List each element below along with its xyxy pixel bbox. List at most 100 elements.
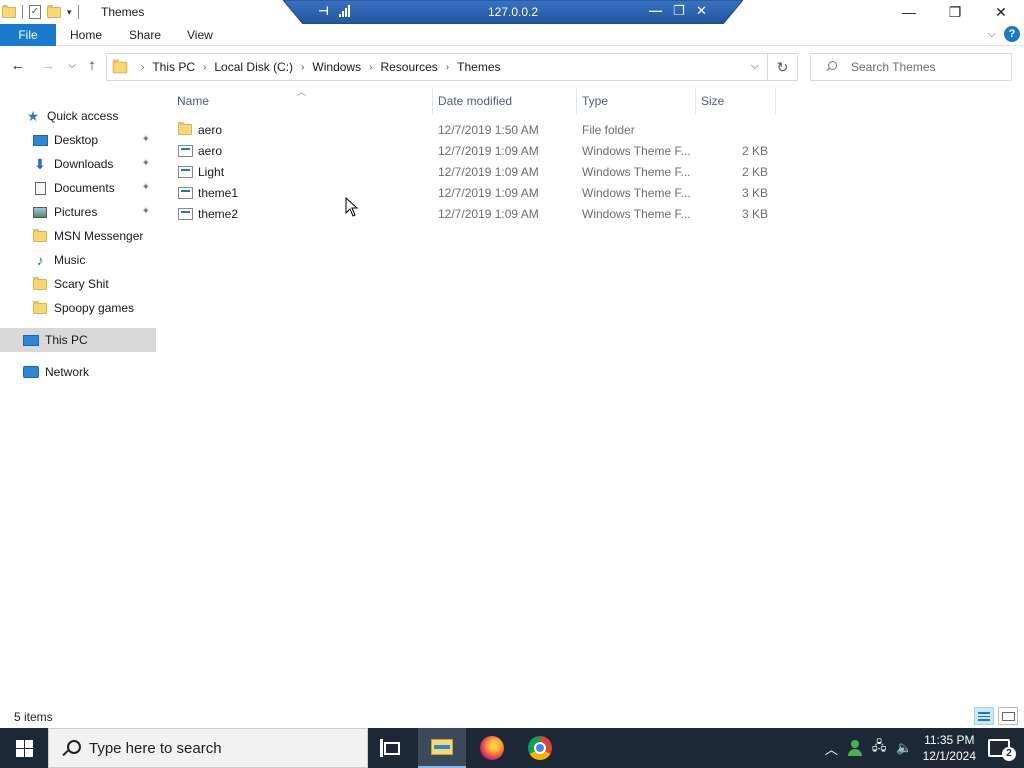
- column-header-name[interactable]: Name: [171, 88, 431, 114]
- address-bar[interactable]: › This PC › Local Disk (C:) › Windows › …: [106, 53, 768, 81]
- rdp-minimize-button[interactable]: —: [649, 3, 662, 18]
- new-folder-icon[interactable]: [47, 4, 61, 18]
- file-type: File folder: [582, 123, 635, 137]
- pin-icon[interactable]: ✦: [142, 134, 150, 145]
- taskbar-firefox[interactable]: [468, 728, 516, 768]
- sidebar-item-network[interactable]: Network: [0, 360, 156, 384]
- chevron-right-icon[interactable]: ›: [369, 62, 372, 73]
- customize-toolbar-icon[interactable]: ▾: [67, 7, 72, 18]
- details-view-button[interactable]: [974, 707, 994, 725]
- expand-ribbon-icon[interactable]: ⌵: [988, 28, 996, 41]
- file-name: theme2: [198, 207, 239, 221]
- task-view-button[interactable]: [368, 728, 416, 768]
- breadcrumb-windows[interactable]: Windows: [312, 60, 361, 74]
- file-type: Windows Theme F...: [582, 144, 691, 158]
- pin-icon[interactable]: ✦: [142, 158, 150, 169]
- volume-icon[interactable]: 🔈: [896, 740, 912, 756]
- notification-center-icon[interactable]: 2: [988, 739, 1016, 761]
- sidebar-item-documents[interactable]: Documents ✦: [0, 176, 156, 200]
- recent-locations-icon[interactable]: ⌵: [64, 58, 80, 74]
- sidebar-item-scary-shit[interactable]: Scary Shit: [0, 272, 156, 296]
- sidebar-item-desktop[interactable]: Desktop ✦: [0, 128, 156, 152]
- refresh-icon[interactable]: ↻: [768, 53, 798, 81]
- file-date: 12/7/2019 1:09 AM: [438, 165, 539, 179]
- file-date: 12/7/2019 1:50 AM: [438, 123, 539, 137]
- pin-icon[interactable]: ✦: [142, 182, 150, 193]
- back-arrow-icon[interactable]: ←: [10, 58, 26, 74]
- column-header-size[interactable]: Size: [695, 88, 775, 114]
- sidebar-item-label: Pictures: [54, 205, 98, 219]
- file-size: 2 KB: [741, 165, 768, 179]
- breadcrumb-local-disk[interactable]: Local Disk (C:): [214, 60, 293, 74]
- sidebar-item-label: Downloads: [54, 157, 114, 171]
- tab-view[interactable]: View: [187, 24, 213, 46]
- clock[interactable]: 11:35 PM 12/1/2024: [923, 732, 976, 764]
- up-arrow-icon[interactable]: ↑: [84, 58, 100, 74]
- file-row[interactable]: theme2 12/7/2019 1:09 AM Windows Theme F…: [162, 204, 782, 225]
- ribbon-tabs: File Home Share View ⌵ ?: [0, 24, 1024, 46]
- star-icon: ★: [26, 107, 40, 124]
- system-tray: ︿ 🖧 🔈 11:35 PM 12/1/2024 2: [825, 728, 1024, 768]
- folder-icon: [32, 228, 48, 243]
- sidebar-item-label: Music: [54, 253, 86, 267]
- file-name: aero: [198, 144, 223, 158]
- taskbar-file-explorer[interactable]: [418, 728, 466, 768]
- rdp-close-button[interactable]: ✕: [696, 3, 707, 19]
- tab-home[interactable]: Home: [70, 24, 102, 46]
- sidebar-item-this-pc[interactable]: This PC: [0, 328, 156, 352]
- file-size: 2 KB: [741, 144, 768, 158]
- properties-icon[interactable]: ✓: [29, 5, 41, 19]
- file-row[interactable]: Light 12/7/2019 1:09 AM Windows Theme F.…: [162, 162, 782, 183]
- pin-icon[interactable]: ✦: [142, 206, 150, 217]
- sidebar-item-pictures[interactable]: Pictures ✦: [0, 200, 156, 224]
- file-row[interactable]: theme1 12/7/2019 1:09 AM Windows Theme F…: [162, 183, 782, 204]
- start-button[interactable]: [0, 728, 48, 768]
- column-header-date[interactable]: Date modified: [432, 88, 576, 114]
- search-input[interactable]: [851, 60, 1001, 74]
- search-box[interactable]: [810, 53, 1012, 81]
- minimize-button[interactable]: —: [886, 0, 932, 24]
- chevron-right-icon[interactable]: ›: [446, 62, 449, 73]
- chevron-right-icon[interactable]: ›: [301, 62, 304, 73]
- music-icon: ♪: [36, 252, 44, 268]
- taskbar-search[interactable]: Type here to search: [48, 728, 368, 768]
- sidebar-item-label: Spoopy games: [54, 301, 135, 315]
- connection-quality-icon[interactable]: [339, 5, 350, 17]
- rdp-host-label: 127.0.0.2: [487, 5, 539, 19]
- file-date: 12/7/2019 1:09 AM: [438, 144, 539, 158]
- sidebar-item-quick-access[interactable]: ★ Quick access: [0, 104, 156, 128]
- large-icons-icon: [1001, 711, 1015, 721]
- user-icon[interactable]: [847, 740, 862, 756]
- show-hidden-icons-icon[interactable]: ︿: [825, 739, 838, 758]
- details-view-icon: [978, 711, 990, 721]
- sidebar-item-spoopy-games[interactable]: Spoopy games: [0, 296, 156, 320]
- file-row[interactable]: aero 12/7/2019 1:09 AM Windows Theme F..…: [162, 141, 782, 162]
- breadcrumb-this-pc[interactable]: This PC: [152, 60, 195, 74]
- sidebar-item-music[interactable]: ♪ Music: [0, 248, 156, 272]
- maximize-button[interactable]: ❐: [932, 0, 978, 24]
- chevron-right-icon[interactable]: ›: [141, 62, 144, 73]
- help-icon[interactable]: ?: [1004, 26, 1020, 42]
- tab-share[interactable]: Share: [129, 24, 161, 46]
- close-button[interactable]: ✕: [978, 0, 1024, 24]
- address-dropdown-icon[interactable]: ⌵: [751, 60, 759, 73]
- column-header-type[interactable]: Type: [576, 88, 695, 114]
- sidebar-item-downloads[interactable]: ⬇ Downloads ✦: [0, 152, 156, 176]
- breadcrumb-themes[interactable]: Themes: [457, 60, 500, 74]
- network-tray-icon[interactable]: 🖧: [872, 737, 887, 759]
- breadcrumb-resources[interactable]: Resources: [380, 60, 437, 74]
- large-icons-view-button[interactable]: [998, 707, 1018, 725]
- network-icon: [23, 365, 39, 379]
- sidebar-item-msn-messenger[interactable]: MSN Messenger: [0, 224, 156, 248]
- column-divider[interactable]: [775, 88, 776, 114]
- download-icon: ⬇: [34, 155, 46, 172]
- pin-icon[interactable]: ⊣: [318, 4, 329, 18]
- tab-file[interactable]: File: [0, 24, 56, 46]
- forward-arrow-icon[interactable]: →: [40, 58, 56, 74]
- taskbar: Type here to search ︿ 🖧 🔈 11:35 PM 12/1/…: [0, 728, 1024, 768]
- file-row[interactable]: aero 12/7/2019 1:50 AM File folder: [162, 120, 782, 141]
- rdp-restore-button[interactable]: ❐: [673, 3, 685, 19]
- taskbar-chrome[interactable]: [516, 728, 564, 768]
- chevron-right-icon[interactable]: ›: [203, 62, 206, 73]
- clock-time: 11:35 PM: [924, 733, 975, 747]
